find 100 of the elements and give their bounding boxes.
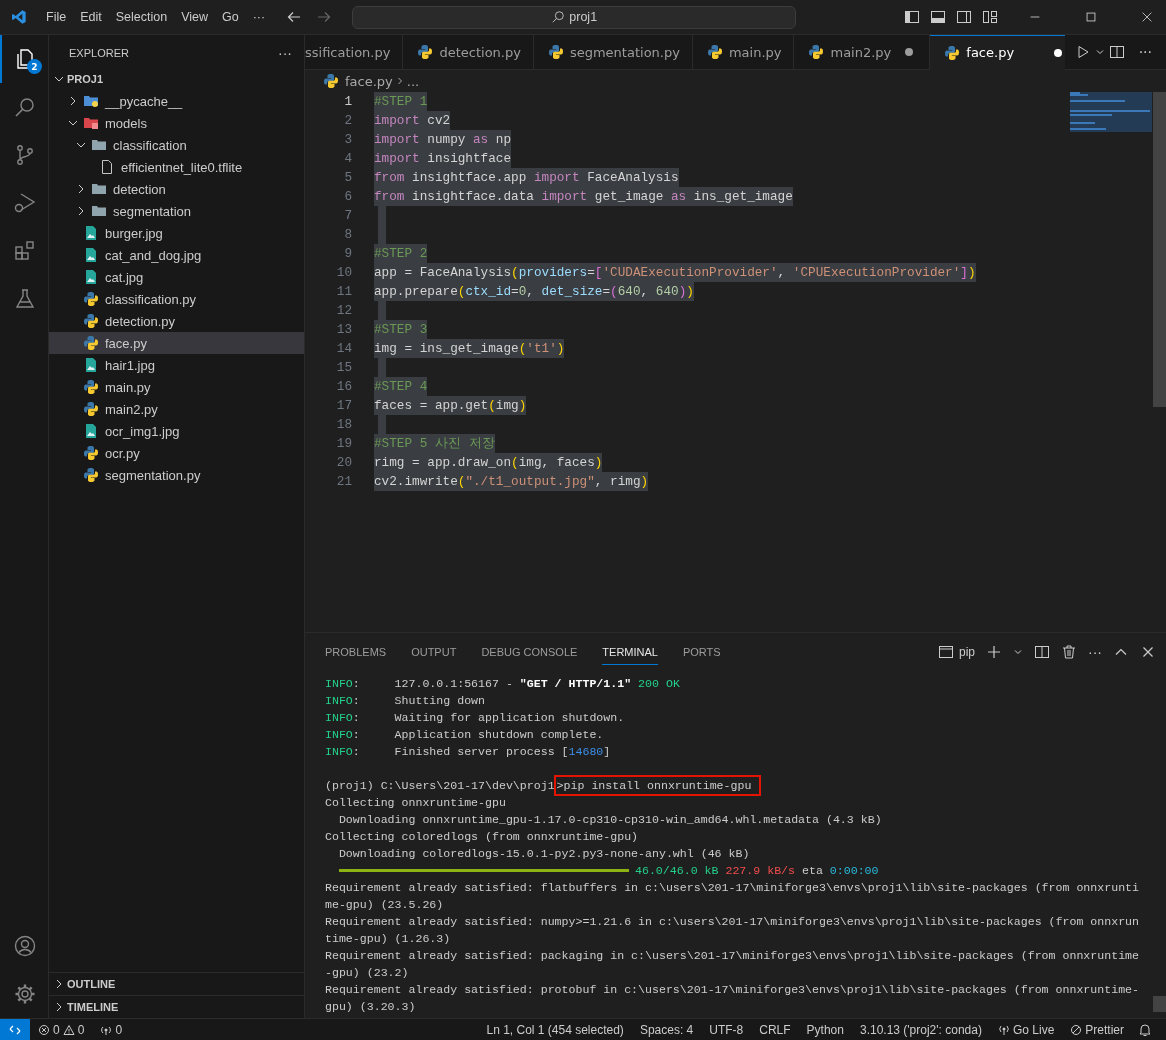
panel-tab[interactable]: PORTS	[682, 638, 721, 665]
error-icon	[38, 1023, 50, 1036]
terminal-line: Collecting onnxruntime-gpu	[325, 795, 506, 810]
status-item[interactable]: Go Live	[992, 1022, 1060, 1037]
file-tree-item[interactable]: __pycache__	[49, 90, 304, 112]
split-editor-icon[interactable]	[1108, 44, 1125, 60]
editor-tab[interactable]: detection.py	[403, 35, 534, 70]
python-file-icon	[83, 467, 99, 483]
terminal-selector[interactable]: pip	[938, 643, 975, 660]
extensions-icon[interactable]	[13, 239, 37, 263]
editor-tab[interactable]: segmentation.py	[533, 35, 693, 70]
more-actions-button[interactable]: ···	[1138, 44, 1152, 60]
add-terminal-icon[interactable]	[986, 643, 1002, 660]
unsaved-dot	[1054, 48, 1063, 57]
line-number: 3	[343, 132, 352, 147]
status-item[interactable]: UTF-8	[704, 1022, 749, 1037]
editor-tab[interactable]: main.py	[692, 35, 795, 70]
line-number: 10	[335, 265, 352, 280]
back-arrow-icon[interactable]	[286, 9, 303, 25]
menu-item[interactable]: View	[174, 10, 215, 24]
line-number: 11	[335, 284, 352, 299]
terminal-line: Downloading coloredlogs-15.0.1-py2.py3-none-any.whl (46 kB)	[337, 846, 750, 861]
problems-status[interactable]: 0 0	[33, 1022, 90, 1037]
scrollbar-thumb[interactable]	[1153, 92, 1166, 407]
file-tree-item[interactable]: segmentation.py	[49, 464, 304, 486]
search-icon[interactable]	[13, 95, 37, 119]
breadcrumb-item[interactable]: ...	[406, 73, 420, 89]
file-tree-item[interactable]: main.py	[49, 376, 304, 398]
breadcrumb-item[interactable]: face.py	[345, 73, 393, 89]
more-actions-button[interactable]: ···	[1088, 643, 1102, 660]
panel-tab[interactable]: DEBUG CONSOLE	[481, 638, 578, 665]
file-tree-item[interactable]: face.py	[49, 332, 304, 354]
panel-tab[interactable]: TERMINAL	[602, 638, 658, 665]
status-item[interactable]: 3.10.13 ('proj2': conda)	[854, 1022, 987, 1037]
toggle-sidebar-icon[interactable]	[904, 9, 920, 25]
status-item[interactable]: CRLF	[754, 1022, 796, 1037]
terminal-line: gpu) (3.20.3)	[325, 999, 416, 1014]
more-actions-button[interactable]: ···	[278, 44, 292, 61]
file-tree-item[interactable]: detection.py	[49, 310, 304, 332]
ports-status[interactable]: 0	[95, 1022, 128, 1037]
app-logo-icon	[11, 9, 27, 25]
menu-item[interactable]: Go	[215, 10, 246, 24]
panel-tab[interactable]: OUTPUT	[411, 638, 457, 665]
file-tree-item[interactable]: cat.jpg	[49, 266, 304, 288]
command-center-search[interactable]: proj1	[352, 5, 797, 29]
python-file-icon	[706, 44, 723, 60]
terminal-icon	[938, 643, 954, 660]
toggle-panel-icon[interactable]	[930, 9, 946, 25]
file-tree-item[interactable]: burger.jpg	[49, 222, 304, 244]
terminal-line: -gpu) (23.2)	[325, 965, 409, 980]
image-file-icon	[83, 225, 99, 241]
split-terminal-icon[interactable]	[1034, 643, 1050, 660]
menu-item[interactable]: File	[39, 10, 74, 24]
notification-bell-icon[interactable]	[1138, 1022, 1152, 1037]
flask-icon[interactable]	[13, 287, 37, 311]
file-tree-item[interactable]: classification.py	[49, 288, 304, 310]
file-tree-item[interactable]: cat_and_dog.jpg	[49, 244, 304, 266]
maximize-icon[interactable]	[1084, 10, 1098, 24]
file-tree-item[interactable]: ocr.py	[49, 442, 304, 464]
line-number: 18	[335, 417, 352, 432]
close-icon[interactable]	[1140, 10, 1154, 24]
terminal-line: INFO: Finished server process [14680]	[325, 744, 611, 759]
editor-tab[interactable]: ssification.py	[305, 35, 404, 70]
python-file-icon	[808, 44, 825, 60]
trash-icon[interactable]	[1061, 643, 1077, 660]
file-tree-item[interactable]: detection	[49, 178, 304, 200]
account-icon[interactable]	[13, 934, 37, 958]
file-tree-item[interactable]: classification	[49, 134, 304, 156]
terminal-line: Requirement already satisfied: flatbuffers in c:\users\201-17\miniforge3\envs\proj1\lib\site-packages (from onnxrunti	[325, 880, 1139, 895]
menu-item[interactable]: Edit	[73, 10, 109, 24]
file-tree-item[interactable]: main2.py	[49, 398, 304, 420]
collapsed-section-header[interactable]: OUTLINE	[49, 972, 304, 995]
menu-item[interactable]: Selection	[108, 10, 175, 24]
project-folder-header[interactable]: PROJ1	[49, 68, 304, 90]
line-number: 7	[343, 208, 352, 223]
scrollbar-thumb[interactable]	[1153, 996, 1166, 1012]
menu-item[interactable]: ···	[245, 10, 273, 24]
progress-text: 46.0/46.0 kB 227.9 kB/s eta 0:00:00	[635, 863, 879, 878]
run-debug-icon[interactable]	[13, 191, 37, 215]
file-icon	[99, 159, 115, 175]
status-item[interactable]: Ln 1, Col 1 (454 selected)	[481, 1022, 629, 1037]
file-tree-item[interactable]: segmentation	[49, 200, 304, 222]
folder-icon	[91, 203, 107, 219]
toggle-secondary-sidebar-icon[interactable]	[956, 9, 972, 25]
panel-tab[interactable]: PROBLEMS	[325, 638, 387, 665]
settings-icon[interactable]	[13, 982, 37, 1006]
editor-tab[interactable]: face.py	[930, 35, 1065, 70]
status-item[interactable]: Prettier	[1065, 1022, 1129, 1037]
customize-layout-icon[interactable]	[982, 9, 998, 25]
file-tree-item[interactable]: hair1.jpg	[49, 354, 304, 376]
file-tree-item[interactable]: ocr_img1.jpg	[49, 420, 304, 442]
status-item[interactable]: Spaces: 4	[634, 1022, 699, 1037]
python-file-icon	[83, 401, 99, 417]
caret-icon[interactable]	[1094, 47, 1105, 57]
forward-arrow-icon[interactable]	[316, 9, 333, 25]
terminal-line: Downloading onnxruntime_gpu-1.17.0-cp310-cp310-win_amd64.whl.metadata (4.3 kB)	[337, 812, 882, 827]
editor-tab[interactable]: main2.py	[794, 35, 931, 70]
status-item[interactable]: Python	[801, 1022, 849, 1037]
file-tree-item[interactable]: models	[49, 112, 304, 134]
file-tree-item[interactable]: efficientnet_lite0.tflite	[49, 156, 304, 178]
